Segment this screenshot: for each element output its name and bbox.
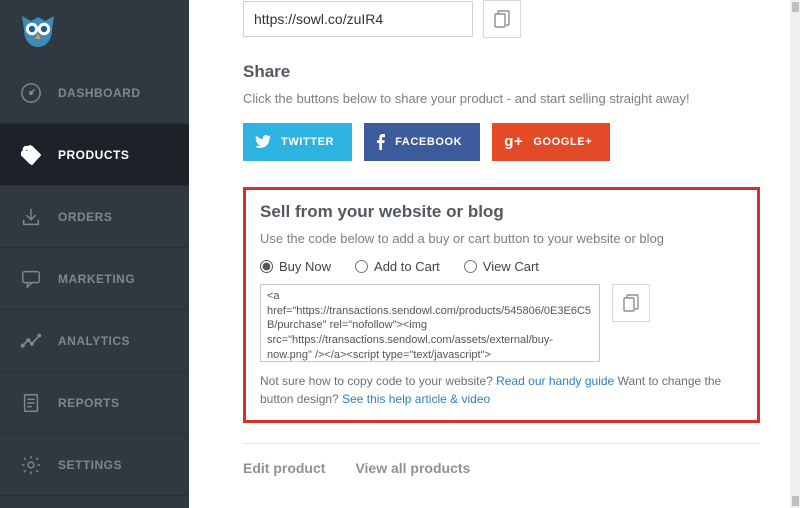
twitter-icon bbox=[255, 135, 271, 149]
radio-view-cart-input[interactable] bbox=[464, 260, 477, 273]
nav-label: ORDERS bbox=[58, 210, 112, 224]
radio-buy-now[interactable]: Buy Now bbox=[260, 259, 331, 274]
share-label: FACEBOOK bbox=[395, 136, 462, 148]
sidebar: DASHBOARD PRODUCTS ORDERS bbox=[0, 0, 189, 508]
product-url-input[interactable] bbox=[243, 1, 473, 37]
radio-buy-now-input[interactable] bbox=[260, 260, 273, 273]
nav-label: ANALYTICS bbox=[58, 334, 130, 348]
brand-logo[interactable] bbox=[0, 0, 189, 62]
chat-icon bbox=[20, 268, 42, 290]
nav-label: MARKETING bbox=[58, 272, 135, 286]
facebook-icon bbox=[376, 134, 385, 150]
share-label: GOOGLE+ bbox=[533, 136, 592, 148]
download-icon bbox=[20, 206, 42, 228]
report-icon bbox=[20, 392, 42, 414]
link-design-help[interactable]: See this help article & video bbox=[342, 392, 490, 406]
nav-label: REPORTS bbox=[58, 396, 120, 410]
main-content: Share Click the buttons below to share y… bbox=[189, 0, 790, 508]
copy-icon bbox=[623, 294, 639, 312]
share-google-button[interactable]: g+ GOOGLE+ bbox=[492, 123, 610, 161]
embed-code-textarea[interactable]: <a href="https://transactions.sendowl.co… bbox=[260, 284, 600, 362]
nav-label: PRODUCTS bbox=[58, 148, 129, 162]
sidebar-item-orders[interactable]: ORDERS bbox=[0, 186, 189, 248]
share-subtext: Click the buttons below to share your pr… bbox=[243, 90, 760, 109]
sidebar-item-reports[interactable]: REPORTS bbox=[0, 372, 189, 434]
owl-icon bbox=[18, 12, 58, 50]
divider bbox=[243, 443, 760, 444]
sell-heading: Sell from your website or blog bbox=[260, 202, 743, 222]
sidebar-item-settings[interactable]: SETTINGS bbox=[0, 434, 189, 496]
google-plus-icon: g+ bbox=[504, 133, 523, 150]
share-button-row: TWITTER FACEBOOK g+ GOOGLE+ bbox=[243, 123, 760, 161]
radio-add-to-cart-input[interactable] bbox=[355, 260, 368, 273]
link-read-guide[interactable]: Read our handy guide bbox=[496, 374, 614, 388]
sidebar-item-dashboard[interactable]: DASHBOARD bbox=[0, 62, 189, 124]
scroll-arrow-up-icon bbox=[792, 2, 799, 12]
gear-icon bbox=[20, 454, 42, 476]
nav-label: SETTINGS bbox=[58, 458, 122, 472]
scroll-arrow-down-icon bbox=[792, 496, 799, 506]
view-all-products-link[interactable]: View all products bbox=[355, 460, 470, 476]
sell-subtext: Use the code below to add a buy or cart … bbox=[260, 230, 743, 249]
sidebar-item-products[interactable]: PRODUCTS bbox=[0, 124, 189, 186]
radio-add-to-cart[interactable]: Add to Cart bbox=[355, 259, 440, 274]
sell-section-highlight: Sell from your website or blog Use the c… bbox=[243, 187, 760, 423]
radio-view-cart[interactable]: View Cart bbox=[464, 259, 539, 274]
sidebar-item-analytics[interactable]: ANALYTICS bbox=[0, 310, 189, 372]
analytics-icon bbox=[20, 330, 42, 352]
helper-text: Not sure how to copy code to your websit… bbox=[260, 372, 743, 408]
product-url-row bbox=[243, 0, 760, 38]
share-label: TWITTER bbox=[281, 136, 334, 148]
copy-code-button[interactable] bbox=[612, 284, 650, 322]
share-twitter-button[interactable]: TWITTER bbox=[243, 123, 352, 161]
gauge-icon bbox=[20, 82, 42, 104]
share-facebook-button[interactable]: FACEBOOK bbox=[364, 123, 480, 161]
window-scrollbar[interactable] bbox=[790, 0, 800, 508]
sidebar-item-marketing[interactable]: MARKETING bbox=[0, 248, 189, 310]
button-type-radios: Buy Now Add to Cart View Cart bbox=[260, 259, 743, 274]
copy-icon bbox=[494, 10, 510, 28]
nav-list: DASHBOARD PRODUCTS ORDERS bbox=[0, 62, 189, 496]
edit-product-link[interactable]: Edit product bbox=[243, 460, 325, 476]
nav-label: DASHBOARD bbox=[58, 86, 141, 100]
copy-url-button[interactable] bbox=[483, 0, 521, 38]
share-heading: Share bbox=[243, 62, 760, 82]
tag-icon bbox=[20, 144, 42, 166]
bottom-link-row: Edit product View all products bbox=[243, 460, 760, 476]
